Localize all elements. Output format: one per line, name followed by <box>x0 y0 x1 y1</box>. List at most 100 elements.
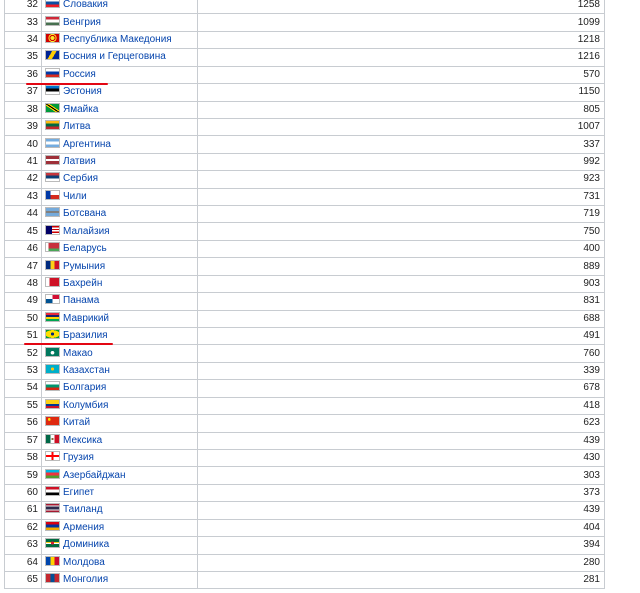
table-row: 61 Таиланд 439 <box>4 501 605 520</box>
country-cell: Болгария <box>41 379 198 398</box>
country-link[interactable]: Аргентина <box>63 139 111 150</box>
country-link[interactable]: Беларусь <box>63 243 107 254</box>
table-row: 53 Казахстан 339 <box>4 361 605 381</box>
flag-bulgaria-icon <box>45 381 60 392</box>
country-link[interactable]: Румыния <box>63 261 105 272</box>
country-link[interactable]: Венгрия <box>63 17 101 28</box>
rank-cell: 50 <box>4 309 42 329</box>
table-row: 37 Эстония 1150 <box>4 83 605 102</box>
flag-macedonia-icon <box>45 33 60 44</box>
country-link[interactable]: Литва <box>63 121 91 132</box>
flag-argentina-icon <box>45 137 60 148</box>
rank-cell: 58 <box>4 448 42 468</box>
flag-armenia-icon <box>45 520 60 531</box>
table-row: 42 Сербия 923 <box>4 170 605 189</box>
rank-cell: 63 <box>4 536 42 555</box>
table-row: 63 Доминика 394 <box>4 536 605 555</box>
table-row: 57 Мексика 439 <box>4 431 605 450</box>
country-link[interactable]: Ямайка <box>63 104 98 115</box>
country-link[interactable]: Грузия <box>63 452 94 463</box>
country-link[interactable]: Босния и Герцеговина <box>63 51 166 62</box>
country-link[interactable]: Маврикий <box>63 313 109 324</box>
country-link[interactable]: Словакия <box>63 0 108 10</box>
flag-malaysia-icon <box>45 224 60 235</box>
rank-cell: 41 <box>4 152 42 172</box>
value-cell: 1007 <box>197 117 605 137</box>
country-link[interactable]: Китай <box>63 417 90 428</box>
rank-cell: 54 <box>4 379 42 398</box>
rank-cell: 62 <box>4 518 42 538</box>
country-link[interactable]: Монголия <box>63 574 108 585</box>
flag-serbia-icon <box>45 172 60 183</box>
country-cell: Босния и Герцеговина <box>41 48 198 67</box>
country-link[interactable]: Болгария <box>63 382 106 393</box>
country-cell: Казахстан <box>41 361 198 381</box>
country-link[interactable]: Панама <box>63 295 99 306</box>
flag-brazil-icon <box>45 329 60 340</box>
country-cell: Аргентина <box>41 135 198 154</box>
country-link[interactable]: Египет <box>63 487 94 498</box>
country-link[interactable]: Макао <box>63 348 93 359</box>
flag-azerbaijan-icon <box>45 468 60 479</box>
value-cell: 889 <box>197 257 605 276</box>
country-link[interactable]: Бахрейн <box>63 278 102 289</box>
rank-cell: 52 <box>4 344 42 363</box>
value-cell: 570 <box>197 65 605 85</box>
table-row: 45 Малайзия 750 <box>4 222 605 241</box>
rank-cell: 32 <box>4 0 42 15</box>
flag-mongolia-icon <box>45 573 60 584</box>
table-row: 64 Молдова 280 <box>4 553 605 572</box>
rank-cell: 36 <box>4 65 42 85</box>
table-row: 54 Болгария 678 <box>4 379 605 398</box>
country-cell: Республика Македония <box>41 30 198 50</box>
table-row: 32 Словакия 1258 <box>4 0 605 15</box>
country-link[interactable]: Мексика <box>63 435 102 446</box>
rank-cell: 59 <box>4 466 42 485</box>
country-cell: Китай <box>41 414 198 433</box>
country-link[interactable]: Латвия <box>63 156 96 167</box>
table-row: 58 Грузия 430 <box>4 448 605 468</box>
country-cell: Россия <box>41 65 198 85</box>
country-cell: Панама <box>41 292 198 311</box>
rank-cell: 42 <box>4 170 42 189</box>
country-link[interactable]: Казахстан <box>63 365 110 376</box>
flag-estonia-icon <box>45 85 60 96</box>
red-underline-brazil <box>24 343 113 345</box>
country-link[interactable]: Ботсвана <box>63 208 106 219</box>
country-cell: Малайзия <box>41 222 198 241</box>
country-link[interactable]: Таиланд <box>63 504 103 515</box>
table-row: 33 Венгрия 1099 <box>4 13 605 32</box>
country-link[interactable]: Республика Македония <box>63 34 172 45</box>
flag-hungary-icon <box>45 15 60 26</box>
value-cell: 1150 <box>197 83 605 102</box>
country-link[interactable]: Малайзия <box>63 226 110 237</box>
country-cell: Египет <box>41 483 198 503</box>
flag-chile-icon <box>45 189 60 200</box>
value-cell: 303 <box>197 466 605 485</box>
rank-cell: 39 <box>4 117 42 137</box>
country-link[interactable]: Эстония <box>63 86 102 97</box>
flag-dominica-icon <box>45 538 60 549</box>
flag-colombia-icon <box>45 398 60 409</box>
page: 32 Словакия 1258 33 Венгрия 1099 34 Республика … <box>0 0 640 593</box>
table-row: 41 Латвия 992 <box>4 152 605 172</box>
rank-cell: 53 <box>4 361 42 381</box>
country-link[interactable]: Сербия <box>63 173 98 184</box>
rank-cell: 56 <box>4 414 42 433</box>
rank-cell: 47 <box>4 257 42 276</box>
country-cell: Ботсвана <box>41 205 198 224</box>
value-cell: 404 <box>197 518 605 538</box>
country-link[interactable]: Молдова <box>63 557 105 568</box>
flag-panama-icon <box>45 294 60 305</box>
country-link[interactable]: Чили <box>63 191 87 202</box>
country-link[interactable]: Колумбия <box>63 400 108 411</box>
country-link[interactable]: Бразилия <box>63 330 108 341</box>
country-link[interactable]: Россия <box>63 69 96 80</box>
country-cell: Эстония <box>41 83 198 102</box>
country-link[interactable]: Доминика <box>63 539 109 550</box>
country-link[interactable]: Армения <box>63 522 104 533</box>
rank-cell: 65 <box>4 570 42 590</box>
table-row: 48 Бахрейн 903 <box>4 274 605 294</box>
flag-thailand-icon <box>45 503 60 514</box>
country-link[interactable]: Азербайджан <box>63 470 126 481</box>
